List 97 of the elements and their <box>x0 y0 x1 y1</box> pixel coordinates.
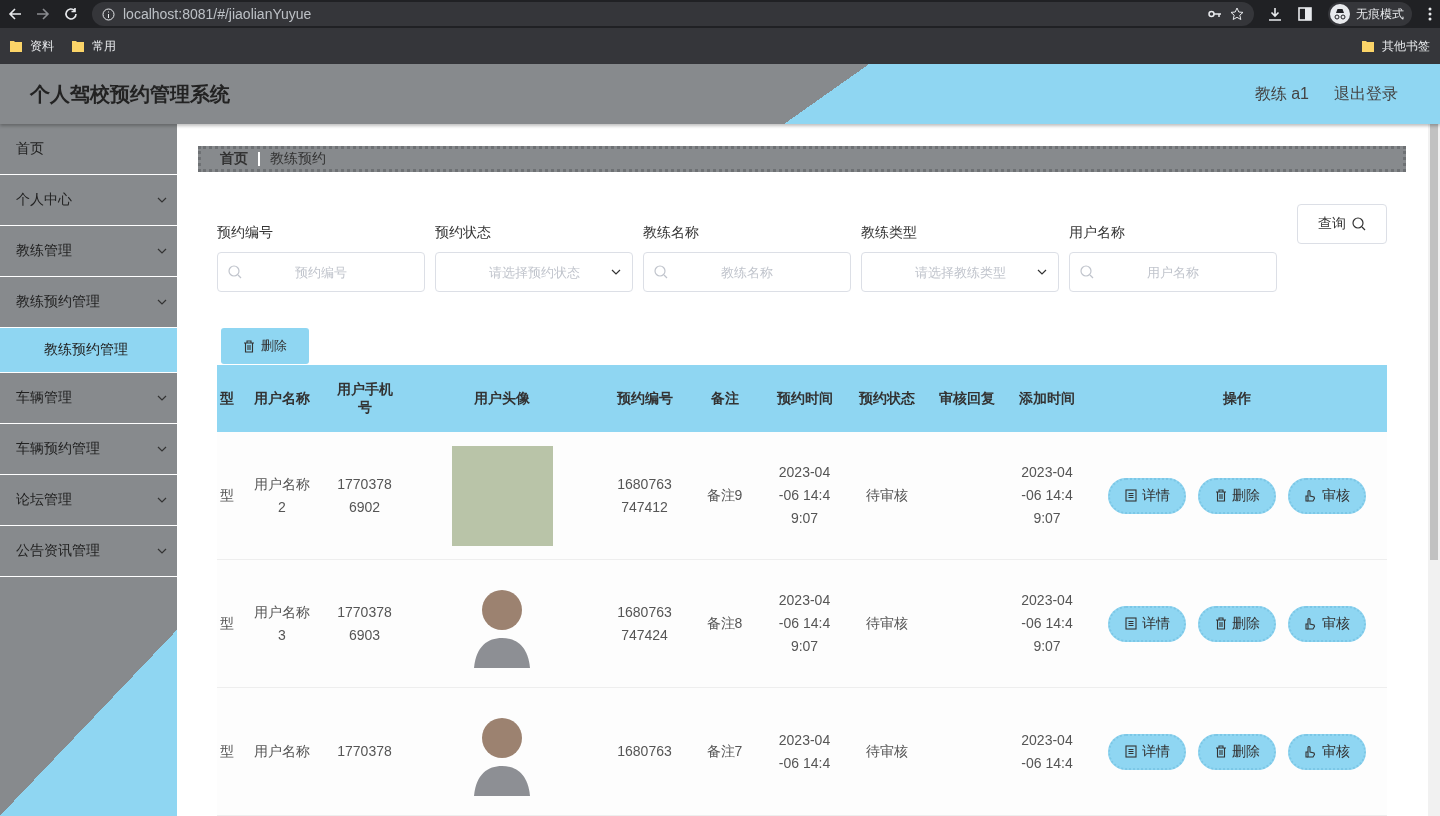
table-cell-text: 待审核 <box>866 742 908 761</box>
table-cell-text: 型 <box>220 486 234 505</box>
row-action-button[interactable]: 删除 <box>1198 605 1276 642</box>
table-cell-text: 2023-04-06 14:4 <box>777 730 832 773</box>
table-cell-text: 17703786903 <box>337 602 392 645</box>
table-cell-text: 用户名称 <box>253 742 311 761</box>
table-cell-text: 1680763747424 <box>617 602 672 645</box>
trash-icon <box>1214 617 1227 630</box>
user-label: 教练 a1 <box>1254 83 1309 104</box>
address-bar[interactable]: localhost:8081/#/jiaolianYuyue <box>92 2 1254 26</box>
search-field[interactable]: 教练名称 <box>643 252 851 293</box>
row-action-button[interactable]: 审核 <box>1288 477 1366 514</box>
select-field[interactable]: 请选择教练类型 <box>861 252 1059 293</box>
sidebar-subitem[interactable]: 教练预约管理 <box>0 328 177 373</box>
column-header: 用户手机号 <box>335 380 394 417</box>
delete-button[interactable]: 删除 <box>221 328 309 365</box>
search-field[interactable]: 用户名称 <box>1069 252 1277 293</box>
search-icon <box>1352 217 1366 232</box>
search-icon <box>654 265 668 280</box>
key-icon[interactable] <box>1208 10 1222 18</box>
document-icon <box>1124 489 1137 502</box>
bookmark-folder[interactable]: 常用 <box>72 37 116 55</box>
folder-icon <box>1362 40 1374 52</box>
table-cell-text: 备注7 <box>706 742 743 761</box>
table-cell-text: 1680763 <box>617 742 672 761</box>
search-field[interactable]: 预约编号 <box>217 252 425 293</box>
column-header: 用户名称 <box>254 389 310 408</box>
table-cell-text: 2023-04-06 14:49:07 <box>1020 463 1074 528</box>
trash-icon <box>1214 489 1227 502</box>
column-header: 预约编号 <box>616 389 673 408</box>
pointing-hand-icon <box>1304 489 1317 502</box>
filter-label: 用户名称 <box>1069 224 1126 243</box>
document-icon <box>1124 617 1137 630</box>
column-header: 预约时间 <box>776 389 833 408</box>
table-cell-text: 17703786902 <box>337 474 392 517</box>
more-options-icon[interactable] <box>1428 7 1432 21</box>
logout-link[interactable]: 退出登录 <box>1334 83 1398 105</box>
incognito-button[interactable]: 无痕模式 <box>1328 2 1412 26</box>
pointing-hand-icon <box>1304 617 1317 630</box>
info-icon <box>102 7 115 21</box>
breadcrumb-item: 教练预约 <box>270 150 326 169</box>
back-icon[interactable] <box>8 7 22 21</box>
column-header: 用户头像 <box>474 389 530 408</box>
table-cell-text: 型 <box>220 742 234 761</box>
filter-label: 预约编号 <box>217 224 274 243</box>
row-action-button[interactable]: 删除 <box>1198 733 1276 770</box>
bookmark-folder[interactable]: 资料 <box>10 37 54 55</box>
column-header: 预约状态 <box>859 389 915 408</box>
select-field[interactable]: 请选择预约状态 <box>435 252 633 293</box>
filter-label: 教练类型 <box>861 224 918 243</box>
star-icon[interactable] <box>1230 7 1244 21</box>
download-icon[interactable] <box>1268 7 1282 21</box>
breadcrumb-item[interactable]: 首页 <box>220 150 248 169</box>
table-cell-text: 2023-04-06 14:4 <box>1020 730 1074 773</box>
row-action-button[interactable]: 审核 <box>1288 733 1366 770</box>
chevron-down-icon <box>1037 269 1047 276</box>
side-panel-icon[interactable] <box>1298 7 1312 21</box>
column-header: 型 <box>220 389 234 408</box>
query-button[interactable]: 查询 <box>1297 204 1387 245</box>
table-cell-text: 用户名称2 <box>253 474 311 517</box>
folder-icon <box>72 40 84 52</box>
search-icon <box>228 265 242 280</box>
bookmark-folder[interactable]: 其他书签 <box>1362 37 1430 55</box>
table-cell-text: 1680763747412 <box>617 474 672 517</box>
filter-label: 预约状态 <box>435 224 492 243</box>
row-action-button[interactable]: 详情 <box>1108 733 1186 770</box>
table-cell-text: 备注9 <box>706 486 743 505</box>
table-cell-text: 2023-04-06 14:49:07 <box>777 463 832 528</box>
search-icon <box>1080 265 1094 280</box>
row-action-button[interactable]: 审核 <box>1288 605 1366 642</box>
column-header: 操作 <box>1223 389 1251 408</box>
filter-label: 教练名称 <box>643 224 700 243</box>
column-header: 备注 <box>710 389 739 408</box>
table-cell-text: 备注8 <box>706 614 743 633</box>
table-cell-text: 待审核 <box>866 614 908 633</box>
url-text: localhost:8081/#/jiaolianYuyue <box>123 6 312 22</box>
row-action-button[interactable]: 详情 <box>1108 477 1186 514</box>
table-cell-text: 2023-04-06 14:49:07 <box>1020 591 1074 656</box>
trash-icon <box>243 339 255 353</box>
trash-icon <box>1214 745 1227 758</box>
app-title: 个人驾校预约管理系统 <box>30 81 230 107</box>
document-icon <box>1124 745 1137 758</box>
reload-icon[interactable] <box>64 7 78 21</box>
table-cell-text: 用户名称3 <box>253 602 311 645</box>
row-action-button[interactable]: 删除 <box>1198 477 1276 514</box>
incognito-icon <box>1330 4 1350 24</box>
column-header: 添加时间 <box>1019 389 1075 408</box>
column-header: 审核回复 <box>939 389 995 408</box>
table-cell-text: 2023-04-06 14:49:07 <box>777 591 832 656</box>
chevron-down-icon <box>611 269 621 276</box>
table-cell-text: 型 <box>220 614 234 633</box>
forward-icon[interactable] <box>36 7 50 21</box>
table-cell-text: 1770378 <box>337 742 392 761</box>
row-action-button[interactable]: 详情 <box>1108 605 1186 642</box>
table-cell-text: 待审核 <box>866 486 908 505</box>
folder-icon <box>10 40 22 52</box>
pointing-hand-icon <box>1304 745 1317 758</box>
